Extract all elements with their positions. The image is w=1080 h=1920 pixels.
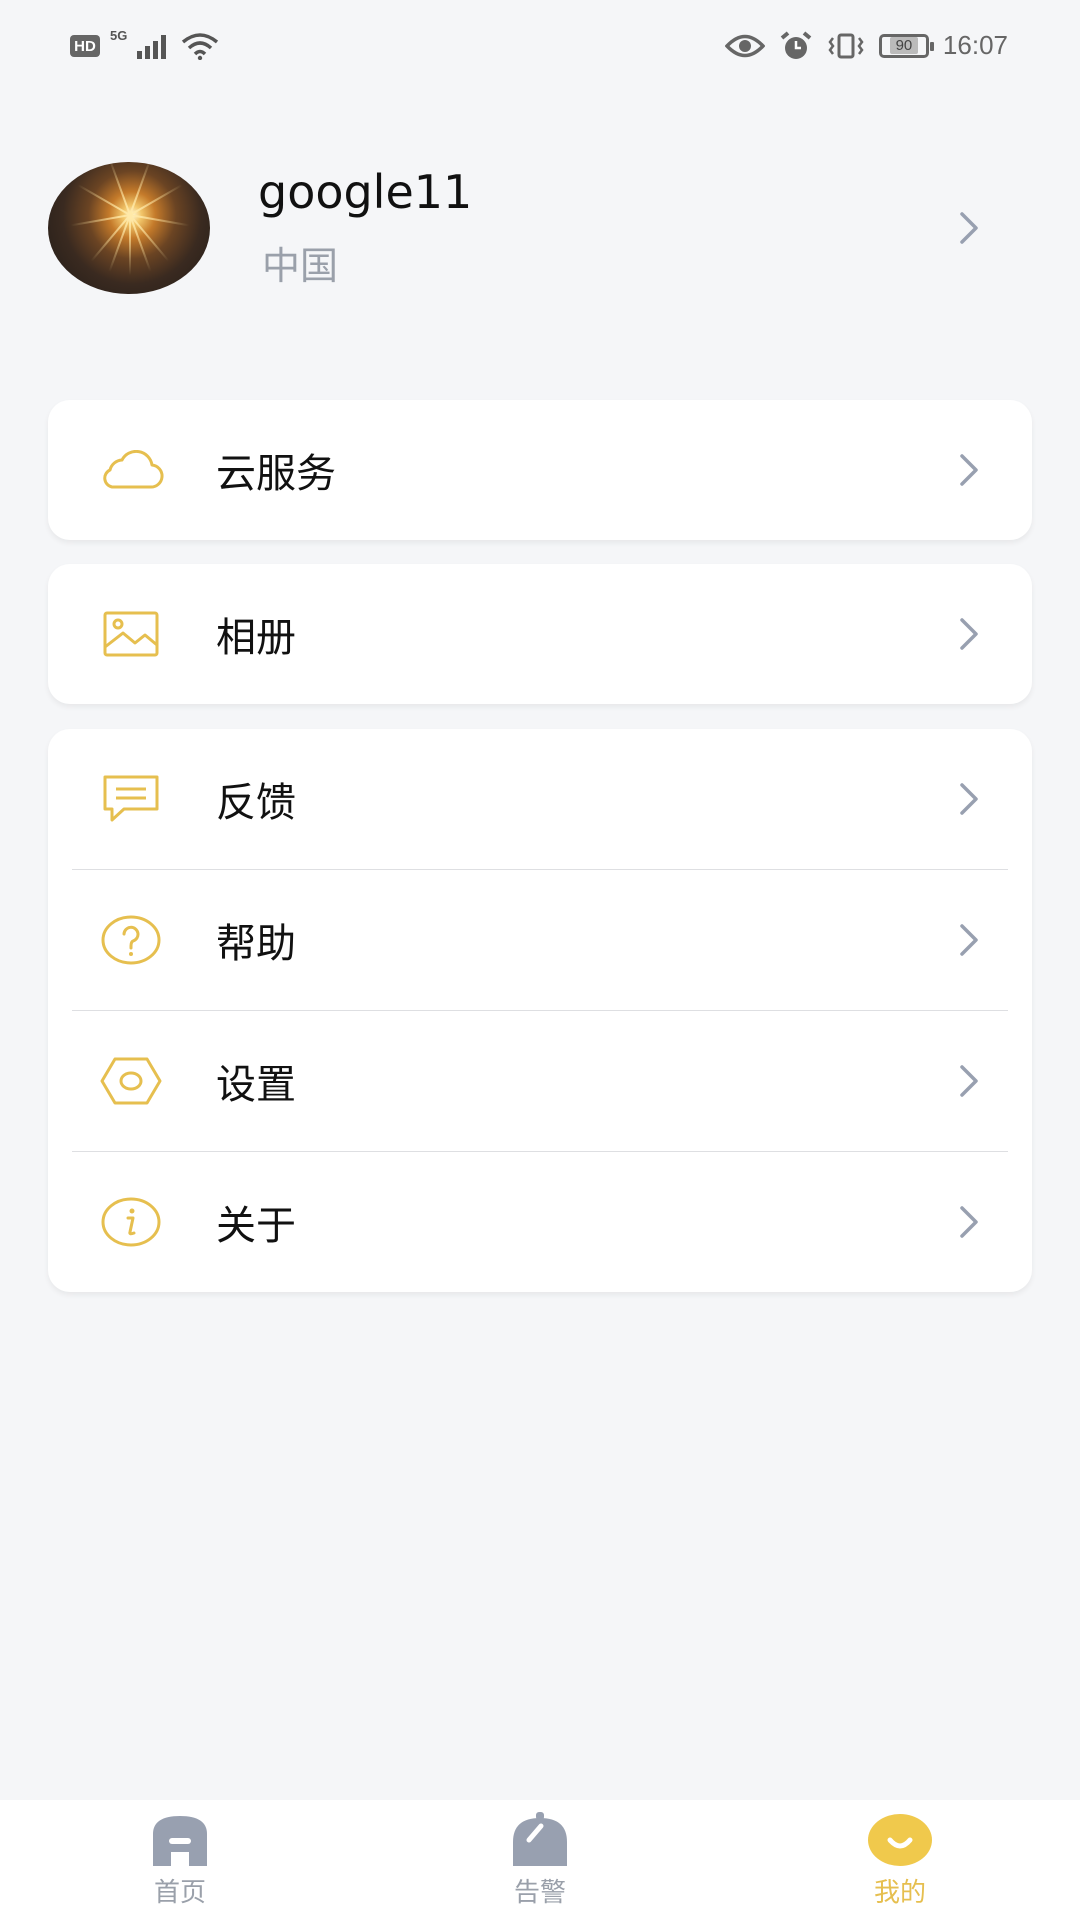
- chevron-right-icon: [960, 1065, 978, 1097]
- battery-indicator: 90: [878, 33, 934, 58]
- album-card: 相册: [48, 564, 1032, 704]
- nav-tab-alarm[interactable]: 告警: [360, 1800, 720, 1920]
- nav-tab-label: 告警: [513, 1878, 566, 1908]
- chevron-right-icon: [960, 618, 978, 650]
- message-icon: [98, 766, 164, 832]
- smile-icon: [868, 1814, 932, 1866]
- network-type: 5G: [110, 28, 128, 43]
- eye-icon: [724, 34, 765, 57]
- image-icon: [98, 601, 164, 667]
- avatar[interactable]: [48, 162, 210, 294]
- chevron-right-icon: [960, 783, 978, 815]
- menu-item-label: 帮助: [216, 921, 296, 967]
- hexagon-settings-icon: [98, 1048, 164, 1114]
- menu-item-feedback[interactable]: 反馈: [48, 729, 1032, 869]
- menu-item-label: 相册: [216, 615, 296, 661]
- menu-item-settings[interactable]: 设置: [48, 1011, 1032, 1151]
- chevron-right-icon[interactable]: [958, 210, 980, 246]
- profile-header[interactable]: google11 中国: [0, 150, 1080, 310]
- cloud-service-card: 云服务: [48, 400, 1032, 540]
- hd-badge: HD: [70, 35, 100, 57]
- nav-tab-label: 我的: [873, 1878, 926, 1908]
- chevron-right-icon: [960, 1206, 978, 1238]
- nav-tab-home[interactable]: 首页: [0, 1800, 360, 1920]
- settings-group-card: 反馈 帮助 设置 关于: [48, 729, 1032, 1292]
- menu-item-cloud-service[interactable]: 云服务: [48, 400, 1032, 540]
- menu-item-about[interactable]: 关于: [48, 1152, 1032, 1292]
- menu-item-label: 设置: [216, 1062, 296, 1108]
- menu-item-label: 云服务: [216, 451, 336, 497]
- menu-item-album[interactable]: 相册: [48, 564, 1032, 704]
- status-bar: HD 5G 90 16:07: [0, 0, 1080, 100]
- battery-level: 90: [889, 37, 919, 54]
- my-page-screen: HD 5G 90 16:07 google11 中国 云服务 相册 反馈 帮助 …: [0, 0, 1080, 1920]
- chevron-right-icon: [960, 454, 978, 486]
- nav-tab-mine[interactable]: 我的: [720, 1800, 1080, 1920]
- question-icon: [98, 907, 164, 973]
- status-time: 16:07: [942, 30, 1008, 60]
- menu-item-help[interactable]: 帮助: [48, 870, 1032, 1010]
- menu-item-label: 关于: [216, 1203, 296, 1249]
- vibrate-icon: [828, 33, 864, 58]
- chevron-right-icon: [960, 924, 978, 956]
- signal-icon: [137, 35, 167, 59]
- home-icon: [153, 1816, 207, 1866]
- status-left: HD 5G: [70, 28, 219, 60]
- bottom-navigation: 首页 告警 我的: [0, 1800, 1080, 1920]
- menu-item-label: 反馈: [216, 780, 296, 826]
- username: google11: [258, 165, 473, 219]
- bell-icon: [513, 1812, 567, 1866]
- status-right: 90 16:07: [724, 30, 1008, 61]
- user-region: 中国: [262, 244, 339, 288]
- cloud-icon: [98, 437, 164, 503]
- alarm-icon: [780, 30, 812, 59]
- nav-tab-label: 首页: [153, 1878, 206, 1908]
- info-icon: [98, 1189, 164, 1255]
- wifi-icon: [182, 33, 219, 60]
